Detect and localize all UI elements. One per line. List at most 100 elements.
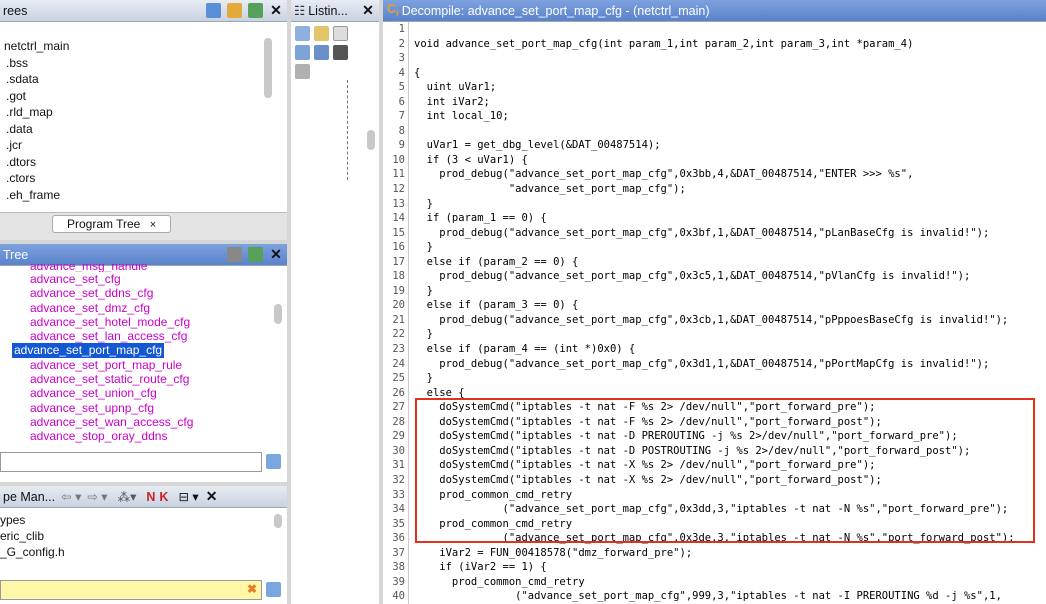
list-item[interactable]: .bss [0,55,287,72]
list-item[interactable]: advance_set_upnp_cfg [0,401,287,415]
list-item[interactable]: .rld_map [0,104,287,121]
list-item[interactable]: .ctors [0,170,287,187]
code-line[interactable] [414,124,1046,139]
list-item[interactable]: eric_clib [0,528,287,544]
code-line[interactable] [414,22,1046,37]
decompile-header: Cf Decompile: advance_set_port_map_cfg -… [383,0,1046,22]
list-item[interactable]: advance_stop_oray_ddns [0,429,287,443]
scrollbar[interactable] [274,304,282,324]
code-line[interactable]: else if (param_4 == (int *)0x0) { [414,342,1046,357]
list-item[interactable]: advance_set_ddns_cfg [0,286,287,300]
line-number: 17 [392,255,405,268]
code-line[interactable]: int iVar2; [414,95,1046,110]
new-tree-icon[interactable] [206,3,221,18]
filter-toggle-icon[interactable]: N [146,490,155,504]
tab-program-tree[interactable]: Program Tree × [52,215,172,233]
filter-apply-icon[interactable] [266,582,281,597]
code-line[interactable]: uVar1 = get_dbg_level(&DAT_00487514); [414,138,1046,153]
list-item[interactable]: advance_set_union_cfg [0,386,287,400]
symbol-tree-header: Tree ✕ [0,244,287,266]
snapshot-icon[interactable] [333,45,348,60]
cursor-icon[interactable] [333,26,348,41]
options-icon[interactable] [295,64,310,79]
list-item[interactable]: advance_set_cfg [0,272,287,286]
forward-arrow-icon[interactable]: ⇨ ▾ [87,489,107,504]
list-item[interactable]: advance_msg_handle [0,264,287,272]
code-line[interactable]: prod_common_cmd_retry [414,575,1046,590]
filter-input[interactable]: ✖ [0,580,262,600]
table-icon[interactable] [295,45,310,60]
code-line[interactable]: } [414,240,1046,255]
program-trees-header: rees ✕ [0,0,287,22]
layout-icon[interactable] [314,45,329,60]
code-line[interactable]: void advance_set_port_map_cfg(int param_… [414,37,1046,52]
list-item[interactable]: _G_config.h [0,544,287,560]
code-line[interactable]: prod_debug("advance_set_port_map_cfg",0x… [414,226,1046,241]
code-line[interactable]: } [414,197,1046,212]
code-line[interactable]: if (3 < uVar1) { [414,153,1046,168]
code-line[interactable]: "advance_set_port_map_cfg"); [414,182,1046,197]
refresh-icon[interactable] [248,247,263,262]
code-line[interactable]: prod_debug("advance_set_port_map_cfg",0x… [414,269,1046,284]
list-item-selected[interactable]: advance_set_port_map_cfg [0,343,287,358]
list-item[interactable]: .data [0,121,287,138]
list-item[interactable]: advance_set_wan_access_cfg [0,415,287,429]
list-item[interactable]: .sdata [0,71,287,88]
copy-icon[interactable] [295,26,310,41]
list-item[interactable]: .got [0,88,287,105]
code-line[interactable]: } [414,284,1046,299]
close-icon[interactable]: ✕ [205,489,219,504]
code-line[interactable]: prod_debug("advance_set_port_map_cfg",0x… [414,357,1046,372]
code-line[interactable]: uint uVar1; [414,80,1046,95]
close-icon[interactable]: ✕ [269,3,283,18]
list-item[interactable]: advance_set_dmz_cfg [0,301,287,315]
list-item[interactable]: .eh_frame [0,187,287,204]
list-item[interactable]: .jcr [0,137,287,154]
code-line[interactable]: prod_debug("advance_set_port_map_cfg",0x… [414,313,1046,328]
code-line[interactable]: if (iVar2 == 1) { [414,560,1046,575]
listing-panel: ☷ Listin... ✕ [291,0,379,604]
list-item[interactable]: .dtors [0,154,287,171]
line-number: 29 [392,430,405,443]
filter-clear-icon[interactable] [266,454,281,469]
line-number: 32 [392,473,405,486]
line-number: 2 [398,37,405,50]
code-line[interactable]: if (param_1 == 0) { [414,211,1046,226]
line-number: 13 [392,197,405,210]
list-item[interactable]: ypes [0,512,287,528]
code-line[interactable]: int local_10; [414,109,1046,124]
code-line[interactable]: } [414,327,1046,342]
scrollbar[interactable] [274,514,282,528]
collapse-icon[interactable]: ⊟ ▾ [178,489,198,504]
list-item[interactable]: netctrl_main [0,38,287,55]
code-line[interactable] [414,51,1046,66]
code-line[interactable]: else if (param_3 == 0) { [414,298,1046,313]
list-item[interactable]: advance_set_static_route_cfg [0,372,287,386]
list-item[interactable]: advance_set_lan_access_cfg [0,329,287,343]
tools-icon[interactable]: ⁂▾ [118,489,137,504]
list-item[interactable]: advance_set_port_map_rule [0,358,287,372]
code-line[interactable]: prod_debug("advance_set_port_map_cfg",0x… [414,167,1046,182]
code-line[interactable]: iVar2 = FUN_00418578("dmz_forward_pre"); [414,546,1046,561]
list-item[interactable]: advance_set_hotel_mode_cfg [0,315,287,329]
listing-header: ☷ Listin... ✕ [291,0,379,22]
scrollbar[interactable] [264,38,272,98]
close-icon[interactable]: ✕ [361,3,375,18]
code-line[interactable]: } [414,371,1046,386]
filter-off-icon[interactable]: K [159,490,168,504]
tab-close-icon[interactable]: × [150,219,156,231]
paste-icon[interactable] [314,26,329,41]
refresh-icon[interactable] [248,3,263,18]
close-icon[interactable]: ✕ [269,247,283,262]
scrollbar[interactable] [367,130,375,150]
code-line[interactable]: { [414,66,1046,81]
filter-icon[interactable] [227,247,242,262]
back-arrow-icon[interactable]: ⇦ ▾ [61,489,81,504]
line-number: 16 [392,241,405,254]
clear-filter-icon[interactable]: ✖ [247,582,257,596]
line-number: 39 [392,575,405,588]
filter-input[interactable] [0,452,262,472]
code-line[interactable]: else if (param_2 == 0) { [414,255,1046,270]
open-folder-icon[interactable] [227,3,242,18]
code-line[interactable]: ("advance_set_port_map_cfg",999,3,"iptab… [414,589,1046,604]
